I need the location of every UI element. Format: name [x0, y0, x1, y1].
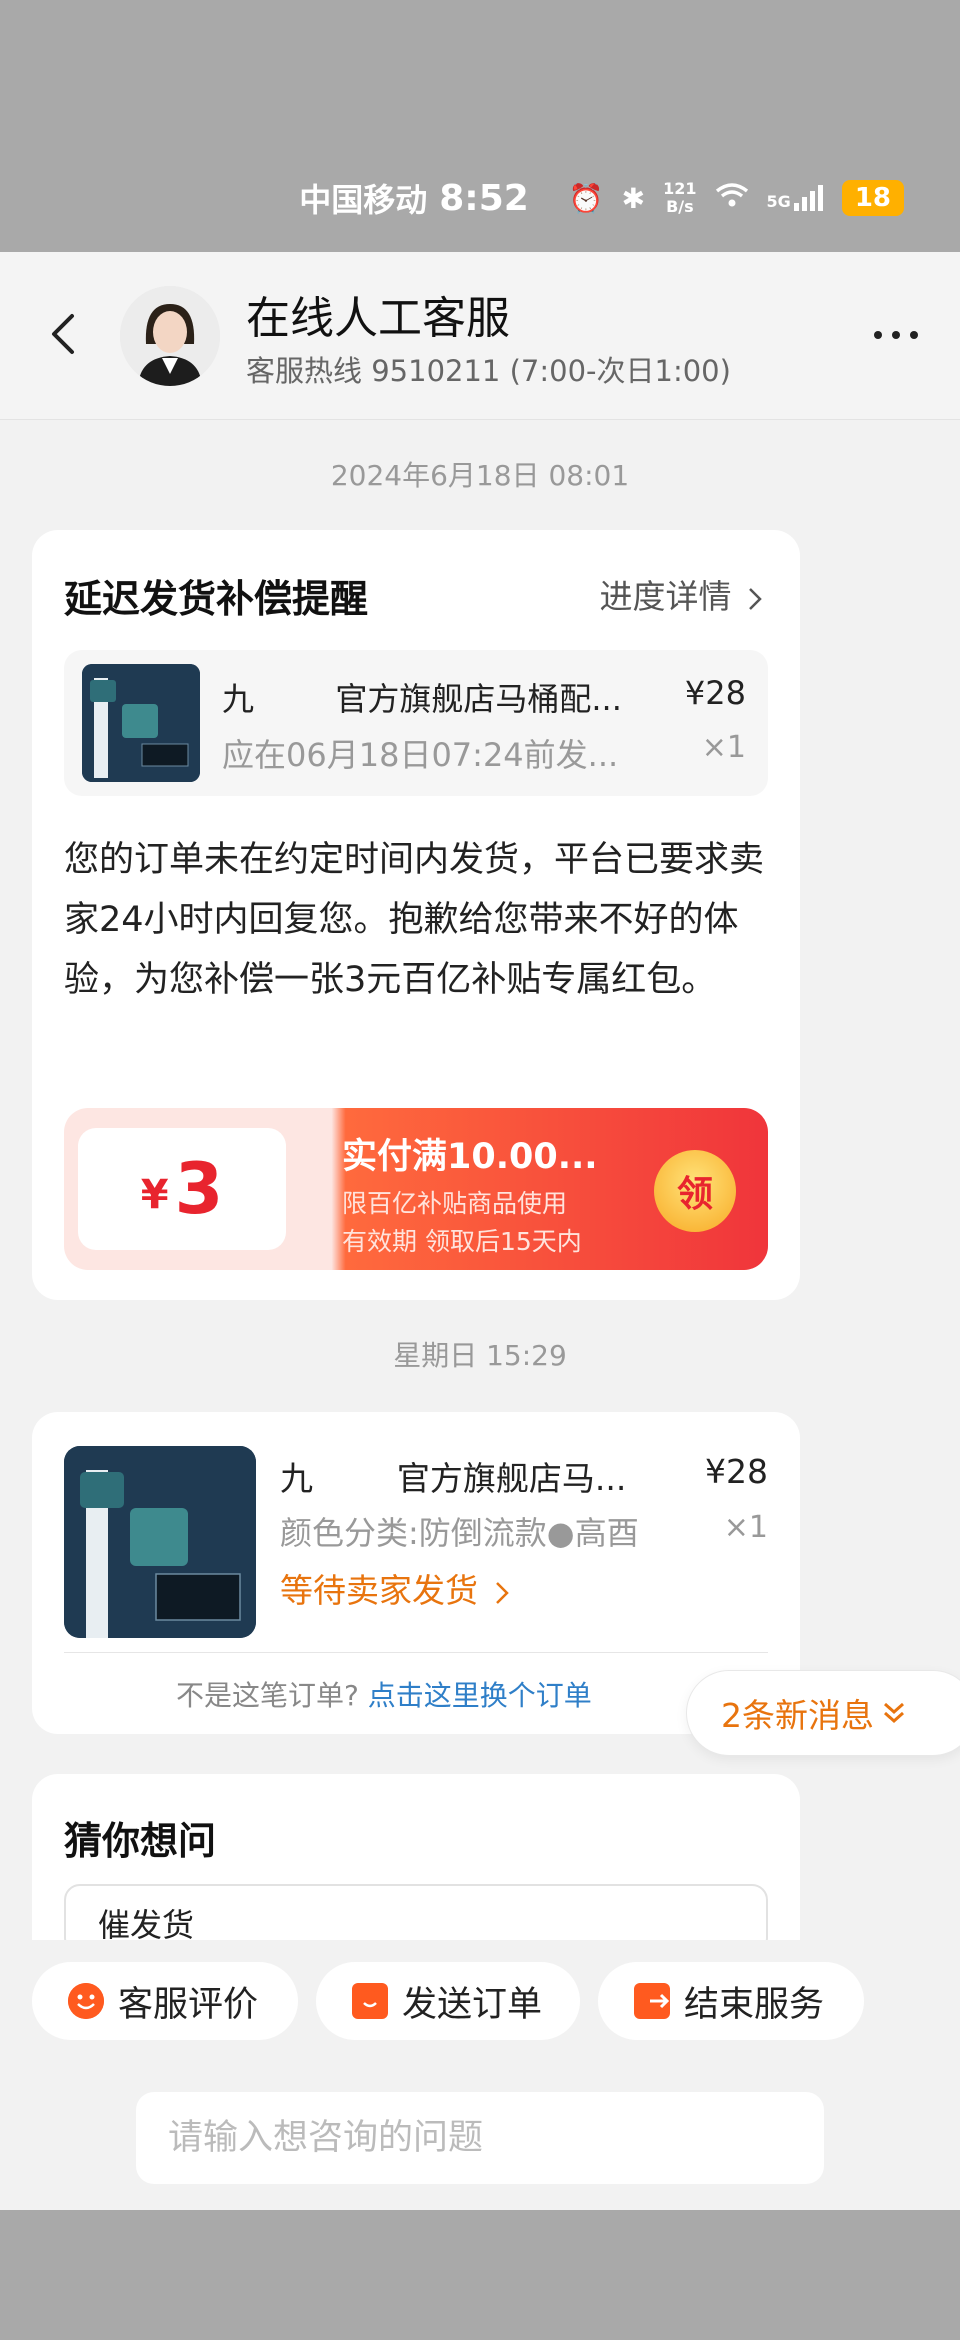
signal-icon: 5G	[767, 185, 824, 211]
order-product-name: 九 官方旗舰店马...	[280, 1459, 627, 1498]
product-thumbnail	[82, 664, 200, 782]
chevron-right-icon	[749, 587, 762, 610]
suggested-title: 猜你想问	[64, 1819, 217, 1863]
ship-deadline: 应在06月18日07:24前发...	[222, 736, 619, 774]
coupon-currency: ¥	[140, 1172, 169, 1218]
bluetooth-icon: ✱	[621, 181, 646, 215]
bag-icon	[352, 1983, 388, 2019]
message-input[interactable]	[136, 2092, 824, 2184]
order-status-link[interactable]: 等待卖家发货	[280, 1564, 511, 1612]
network-type: 5G	[766, 192, 791, 211]
new-messages-label: 2条新消息	[721, 1696, 874, 1735]
end-service-label: 结束服务	[684, 1984, 825, 2025]
order-card: 九 官方旗舰店马... ¥28 颜色分类:防倒流款●高酉 ×1 等待卖家发货 不…	[32, 1412, 800, 1734]
wrong-order-prompt: 不是这笔订单? 点击这里换个订单	[176, 1674, 592, 1714]
chevron-right-icon	[495, 1581, 509, 1604]
net-speed-unit: B/s	[666, 197, 694, 216]
divider	[64, 1652, 768, 1653]
bottom-band	[0, 2210, 960, 2340]
progress-link-label: 进度详情	[599, 577, 732, 616]
smile-icon	[68, 1983, 104, 2019]
product-qty: ×1	[701, 730, 746, 765]
switch-order-link[interactable]: 点击这里换个订单	[368, 1679, 592, 1712]
more-button[interactable]	[868, 320, 924, 350]
double-chevron-down-icon	[884, 1702, 904, 1724]
send-order-label: 发送订单	[402, 1984, 543, 2025]
red-packet-coupon[interactable]: ¥ 3 实付满10.00... 限百亿补贴商品使用 有效期 领取后15天内 领	[64, 1108, 768, 1270]
status-bar: 中国移动 8:52 ⏰ ✱ 121 B/s 5G 18	[0, 168, 960, 228]
order-spec: 颜色分类:防倒流款●高酉	[280, 1514, 639, 1552]
product-name: 九 官方旗舰店马桶配...	[222, 680, 622, 718]
agent-avatar[interactable]	[120, 286, 220, 386]
rate-service-label: 客服评价	[118, 1984, 259, 2025]
order-status: 等待卖家发货	[280, 1571, 478, 1610]
timestamp: 2024年6月18日 08:01	[330, 459, 630, 492]
battery-icon: 18	[841, 180, 904, 216]
clock: 8:52	[439, 177, 529, 219]
compensation-message: 您的订单未在约定时间内发货，平台已要求卖家24小时内回复您。抱歉给您带来不好的体…	[64, 840, 765, 1000]
wifi-icon	[715, 182, 749, 215]
timestamp: 星期日 15:29	[393, 1339, 567, 1372]
claim-coupon-button[interactable]: 领	[654, 1150, 736, 1232]
hotline-text: 客服热线 9510211 (7:00-次日1:00)	[246, 354, 731, 388]
bottom-panel: 客服评价 发送订单 结束服务	[0, 1940, 960, 2210]
order-price: ¥28	[705, 1452, 768, 1491]
exit-icon	[634, 1983, 670, 2019]
agent-name: 在线人工客服	[246, 293, 510, 344]
delay-compensation-card: 延迟发货补偿提醒 进度详情 九 官方旗舰店马桶配... ¥28 应在06月18日…	[32, 530, 800, 1300]
coupon-condition: 实付满10.00...	[342, 1137, 598, 1177]
coupon-amount: ¥ 3	[78, 1128, 286, 1250]
card-title: 延迟发货补偿提醒	[64, 577, 369, 621]
not-this-order-text: 不是这笔订单?	[176, 1679, 359, 1712]
rate-service-button[interactable]: 客服评价	[32, 1962, 298, 2040]
coupon-value: 3	[174, 1148, 224, 1230]
new-messages-button[interactable]: 2条新消息	[686, 1670, 960, 1756]
carrier-label: 中国移动	[299, 181, 428, 219]
product-price: ¥28	[684, 674, 746, 712]
net-speed: 121 B/s	[663, 180, 696, 216]
progress-details-link[interactable]: 进度详情	[600, 570, 765, 618]
product-row[interactable]: 九 官方旗舰店马桶配... ¥28 应在06月18日07:24前发... ×1	[64, 650, 768, 796]
order-product-thumbnail[interactable]	[64, 1446, 256, 1638]
order-qty: ×1	[723, 1510, 768, 1545]
end-service-button[interactable]: 结束服务	[598, 1962, 864, 2040]
send-order-button[interactable]: 发送订单	[316, 1962, 580, 2040]
chevron-left-icon	[52, 314, 74, 354]
alarm-icon: ⏰	[568, 181, 604, 215]
more-dots-icon	[874, 331, 918, 339]
coupon-validity: 有效期 领取后15天内	[342, 1227, 582, 1256]
coupon-scope: 限百亿补贴商品使用	[342, 1189, 568, 1218]
net-speed-value: 121	[663, 179, 697, 198]
chat-header: 在线人工客服 客服热线 9510211 (7:00-次日1:00)	[0, 252, 960, 420]
back-button[interactable]	[40, 304, 84, 364]
